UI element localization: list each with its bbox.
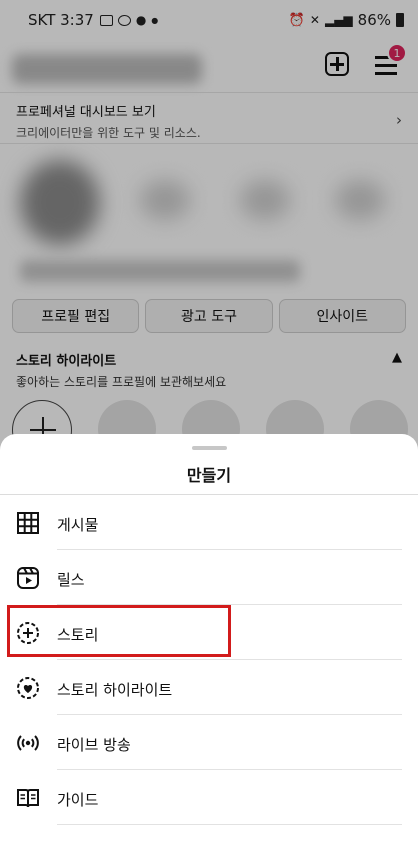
menu-item-live[interactable]: 라이브 방송 [0, 715, 418, 770]
guide-book-icon [17, 789, 39, 808]
story-highlight-annotation-box [7, 605, 231, 657]
sheet-title: 만들기 [186, 466, 232, 485]
grid-icon [17, 512, 39, 534]
menu-item-label: 스토리 하이라이트 [57, 681, 173, 699]
menu-item-post[interactable]: 게시물 [0, 495, 418, 550]
item-separator [57, 824, 402, 825]
menu-item-story-highlight[interactable]: 스토리 하이라이트 [0, 660, 418, 715]
reels-icon [17, 567, 39, 589]
menu-item-guide[interactable]: 가이드 [0, 770, 418, 825]
sheet-drag-handle[interactable] [192, 446, 227, 450]
menu-item-label: 게시물 [57, 516, 99, 534]
menu-item-label: 가이드 [57, 791, 99, 809]
highlight-heart-icon [17, 677, 39, 699]
live-broadcast-icon [17, 735, 39, 751]
menu-item-label: 릴스 [57, 571, 85, 589]
menu-item-label: 라이브 방송 [57, 736, 131, 754]
menu-item-reels[interactable]: 릴스 [0, 550, 418, 605]
